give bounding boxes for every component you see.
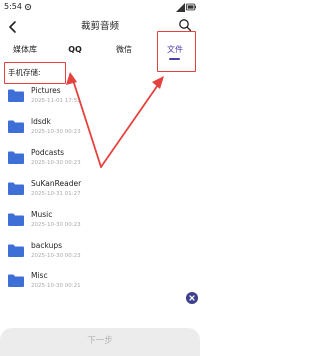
- signal-icon: [176, 3, 185, 12]
- list-item-misc[interactable]: Misc 2025-10-30 00:21: [0, 268, 200, 299]
- file-name: ldsdk: [31, 117, 51, 126]
- next-button[interactable]: 下一步: [0, 328, 200, 356]
- folder-icon: [8, 182, 24, 195]
- app-bar: 裁剪音频: [0, 14, 200, 40]
- battery-icon: [186, 3, 196, 11]
- list-item-sukanreader[interactable]: SuKanReader 2025-10-31 01:27: [0, 176, 200, 207]
- list-item-backups[interactable]: backups 2025-10-30 00:23: [0, 238, 200, 269]
- list-item-music[interactable]: Music 2025-10-30 00:23: [0, 207, 200, 238]
- file-name: Misc: [31, 271, 48, 280]
- tab-media-library[interactable]: 媒体库: [8, 40, 42, 62]
- status-bar: 5:54: [0, 0, 200, 14]
- folder-icon: [8, 120, 24, 133]
- list-item-pictures[interactable]: Pictures 2025-11-01 17:53: [0, 83, 200, 114]
- folder-icon: [8, 213, 24, 226]
- file-date: 2025-10-30 00:21: [31, 283, 81, 289]
- folder-icon: [8, 151, 24, 164]
- file-name: Music: [31, 210, 53, 219]
- storage-label: 手机存储:: [8, 68, 41, 77]
- file-date: 2025-10-30 00:23: [31, 129, 81, 135]
- tab-qq[interactable]: QQ: [62, 40, 88, 62]
- file-name: backups: [31, 241, 63, 250]
- status-time: 5:54: [4, 2, 22, 11]
- back-arrow-icon[interactable]: [6, 20, 20, 34]
- list-item-podcasts[interactable]: Podcasts 2025-10-30 00:23: [0, 145, 200, 176]
- file-date: 2025-10-30 00:23: [31, 253, 81, 259]
- file-date: 2025-10-30 00:23: [31, 222, 81, 228]
- tab-indicator: [169, 58, 180, 60]
- settings-icon: [24, 3, 32, 11]
- file-date: 2025-10-31 01:27: [31, 191, 81, 197]
- list-item-ldsdk[interactable]: ldsdk 2025-10-30 00:23: [0, 114, 200, 145]
- close-floating-button[interactable]: [186, 292, 198, 304]
- page-title: 裁剪音频: [80, 21, 119, 32]
- search-icon[interactable]: [178, 18, 192, 32]
- folder-icon: [8, 89, 24, 102]
- file-date: 2025-11-01 17:53: [31, 98, 81, 104]
- file-name: Podcasts: [31, 148, 65, 157]
- close-icon: [189, 295, 195, 301]
- folder-icon: [8, 274, 24, 287]
- file-date: 2025-10-30 00:23: [31, 160, 81, 166]
- file-name: SuKanReader: [31, 179, 82, 188]
- folder-icon: [8, 244, 24, 257]
- tab-wechat[interactable]: 微信: [110, 40, 138, 62]
- file-name: Pictures: [31, 86, 61, 95]
